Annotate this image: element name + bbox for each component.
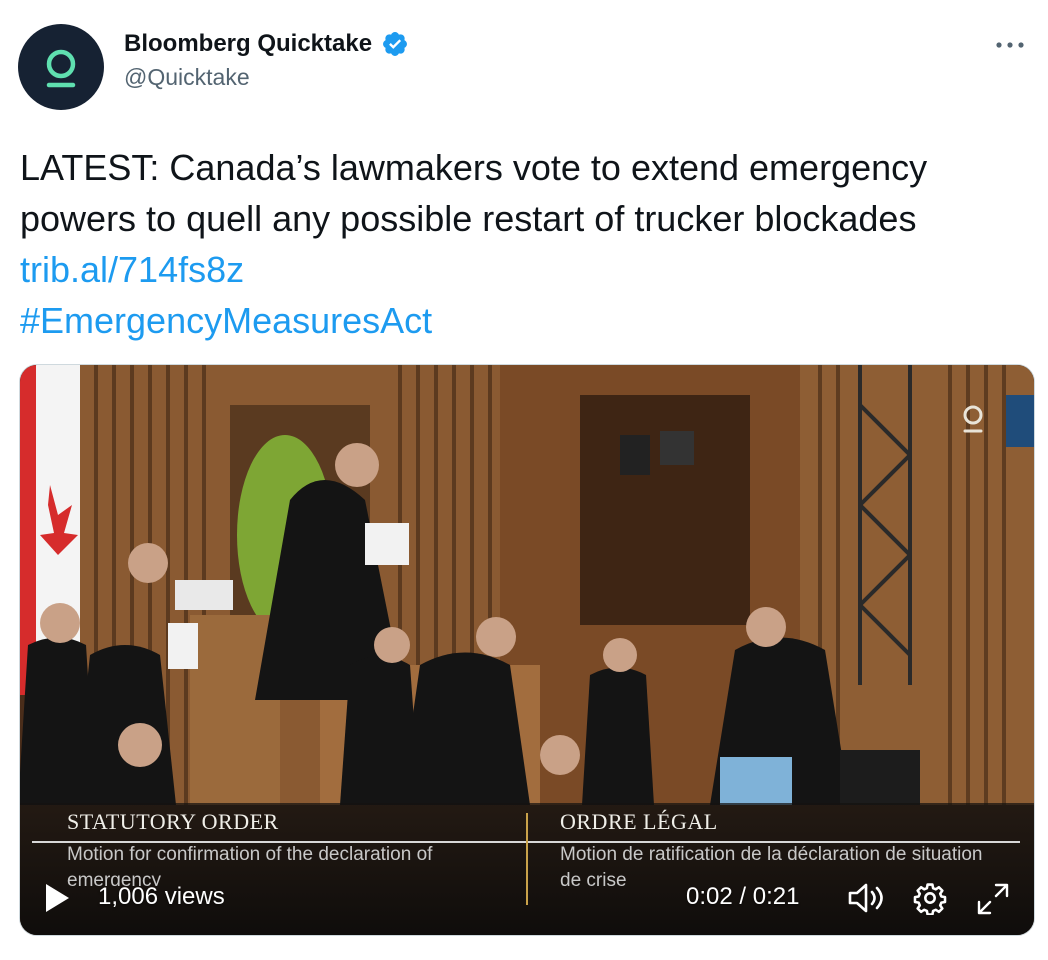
tv-inset <box>1006 395 1034 447</box>
volume-button[interactable] <box>846 881 886 920</box>
tweet-link[interactable]: trib.al/714fs8z <box>20 249 244 290</box>
author-info: Bloomberg Quicktake @Quicktake <box>124 30 409 91</box>
video-controls: 1,006 views 0:02 / 0:21 <box>20 875 1034 921</box>
tweet-text: LATEST: Canada’s lawmakers vote to exten… <box>20 142 1010 346</box>
video-player[interactable]: STATUTORY ORDER Motion for confirmation … <box>19 364 1035 936</box>
lower-third-right-heading: ORDRE LÉGAL <box>560 809 718 834</box>
quicktake-logo-icon <box>46 49 76 88</box>
settings-button[interactable] <box>913 881 947 920</box>
quicktake-logo-icon <box>963 405 983 433</box>
fullscreen-icon <box>977 883 1009 915</box>
volume-icon <box>848 883 883 913</box>
handle[interactable]: @Quicktake <box>124 64 409 91</box>
more-button[interactable] <box>992 30 1028 60</box>
playback-time: 0:02 / 0:21 <box>686 883 800 910</box>
play-button[interactable] <box>44 883 70 918</box>
lower-third-left-heading: STATUTORY ORDER <box>67 809 279 834</box>
play-icon <box>46 884 69 912</box>
gear-icon <box>913 883 947 916</box>
display-name[interactable]: Bloomberg Quicktake <box>124 30 372 58</box>
avatar[interactable] <box>18 24 104 110</box>
verified-badge-icon <box>382 32 407 56</box>
view-count: 1,006 views <box>98 883 225 910</box>
fullscreen-button[interactable] <box>975 881 1011 922</box>
tweet-body: LATEST: Canada’s lawmakers vote to exten… <box>20 147 928 239</box>
hashtag-link[interactable]: #EmergencyMeasuresAct <box>20 300 432 341</box>
more-icon <box>996 42 1024 48</box>
